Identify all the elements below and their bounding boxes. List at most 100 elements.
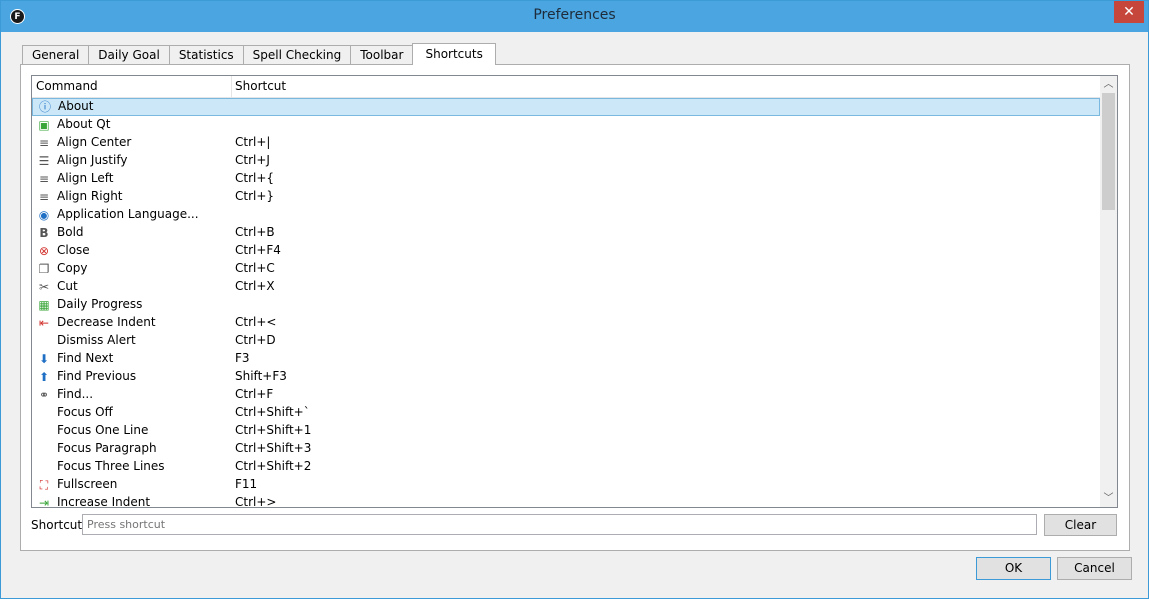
header-separator[interactable] (231, 76, 232, 98)
table-header: Command Shortcut (32, 76, 1100, 98)
language-icon: ◉ (38, 208, 50, 222)
shortcut-cell: Ctrl+{ (235, 171, 275, 185)
table-rows: ⓘ About ▣ About Qt ≡ Align Center Ctrl+| ☰ Align… (32, 98, 1100, 508)
table-row[interactable]: Focus Off Ctrl+Shift+` (32, 404, 1100, 422)
bold-icon: B (39, 226, 49, 240)
table-row[interactable]: ⇥ Increase Indent Ctrl+> (32, 494, 1100, 508)
cut-icon: ✂ (38, 280, 50, 294)
command-cell: Application Language... (57, 207, 199, 221)
table-row[interactable]: ▣ About Qt (32, 116, 1100, 134)
table-row[interactable]: ≡ Align Center Ctrl+| (32, 134, 1100, 152)
align-justify-icon: ☰ (38, 154, 50, 168)
empty-icon-slot (36, 423, 52, 439)
empty-icon-slot (36, 333, 52, 349)
shortcut-cell: Ctrl+X (235, 279, 275, 293)
shortcuts-table: Command Shortcut ⓘ About ▣ About Qt ≡ Align C… (31, 75, 1118, 508)
dialog-body: General Daily Goal Statistics Spell Chec… (9, 32, 1142, 592)
table-row[interactable]: ▦ Daily Progress (32, 296, 1100, 314)
align-right-icon: ≡ (38, 190, 50, 204)
header-shortcut[interactable]: Shortcut (235, 79, 286, 93)
shortcut-cell: Ctrl+| (235, 135, 271, 149)
vertical-scrollbar[interactable]: ︿ ﹀ (1100, 76, 1117, 507)
command-cell: Find Previous (57, 369, 137, 383)
decrease-indent-icon: ⇤ (38, 316, 50, 330)
command-cell: Bold (57, 225, 84, 239)
shortcuts-panel: Command Shortcut ⓘ About ▣ About Qt ≡ Align C… (20, 64, 1130, 551)
command-cell: Copy (57, 261, 88, 275)
empty-icon-slot (36, 459, 52, 475)
table-row[interactable]: ⚭ Find... Ctrl+F (32, 386, 1100, 404)
scroll-up-icon[interactable]: ︿ (1100, 76, 1117, 93)
shortcut-cell: Ctrl+F (235, 387, 274, 401)
shortcut-cell: Ctrl+Shift+3 (235, 441, 312, 455)
command-cell: Focus One Line (57, 423, 149, 437)
shortcut-cell: Ctrl+B (235, 225, 275, 239)
table-row[interactable]: B Bold Ctrl+B (32, 224, 1100, 242)
close-window-button[interactable]: ✕ (1114, 1, 1144, 23)
command-cell: Cut (57, 279, 78, 293)
shortcut-cell: Shift+F3 (235, 369, 287, 383)
tab-shortcuts[interactable]: Shortcuts (412, 43, 496, 65)
info-icon: ⓘ (38, 100, 51, 114)
command-cell: Focus Off (57, 405, 113, 419)
fullscreen-icon: ⛶ (39, 478, 49, 492)
cancel-button[interactable]: Cancel (1057, 557, 1132, 580)
table-row[interactable]: ≡ Align Right Ctrl+} (32, 188, 1100, 206)
table-row[interactable]: Dismiss Alert Ctrl+D (32, 332, 1100, 350)
table-row[interactable]: ☰ Align Justify Ctrl+J (32, 152, 1100, 170)
tab-toolbar[interactable]: Toolbar (350, 45, 414, 65)
tab-statistics[interactable]: Statistics (168, 45, 244, 65)
table-row[interactable]: ◉ Application Language... (32, 206, 1100, 224)
table-row[interactable]: ⛶ Fullscreen F11 (32, 476, 1100, 494)
command-cell: Find Next (57, 351, 114, 365)
command-cell: Align Justify (57, 153, 128, 167)
command-cell: Close (57, 243, 90, 257)
ok-button[interactable]: OK (976, 557, 1051, 580)
table-row[interactable]: ❐ Copy Ctrl+C (32, 260, 1100, 278)
command-cell: Find... (57, 387, 94, 401)
preferences-window: F Preferences ✕ General Daily Goal Stati… (0, 0, 1149, 599)
table-row[interactable]: ⬇ Find Next F3 (32, 350, 1100, 368)
shortcut-cell: Ctrl+F4 (235, 243, 281, 257)
shortcut-cell: F3 (235, 351, 250, 365)
shortcut-cell: F11 (235, 477, 258, 491)
shortcut-cell: Ctrl+> (235, 495, 277, 508)
command-cell: Align Center (57, 135, 132, 149)
shortcut-cell: Ctrl+< (235, 315, 277, 329)
shortcut-input[interactable] (82, 514, 1037, 535)
header-command[interactable]: Command (36, 79, 98, 93)
calendar-icon: ▦ (38, 298, 50, 312)
table-row[interactable]: ≡ Align Left Ctrl+{ (32, 170, 1100, 188)
command-cell: Daily Progress (57, 297, 143, 311)
table-row[interactable]: ⬆ Find Previous Shift+F3 (32, 368, 1100, 386)
shortcut-cell: Ctrl+J (235, 153, 270, 167)
shortcut-cell: Ctrl+Shift+` (235, 405, 310, 419)
title-bar: F Preferences ✕ (1, 1, 1148, 32)
table-row[interactable]: Focus Three Lines Ctrl+Shift+2 (32, 458, 1100, 476)
tab-bar: General Daily Goal Statistics Spell Chec… (22, 43, 496, 65)
table-row[interactable]: Focus One Line Ctrl+Shift+1 (32, 422, 1100, 440)
command-cell: Dismiss Alert (57, 333, 136, 347)
align-center-icon: ≡ (38, 136, 50, 150)
empty-icon-slot (36, 405, 52, 421)
arrow-up-icon: ⬆ (38, 370, 50, 384)
window-title: Preferences (533, 7, 616, 23)
tab-daily-goal[interactable]: Daily Goal (88, 45, 170, 65)
scroll-down-icon[interactable]: ﹀ (1100, 490, 1117, 507)
command-cell: Align Left (57, 171, 114, 185)
clear-button[interactable]: Clear (1044, 514, 1117, 536)
shortcut-label: Shortcut: (31, 518, 87, 532)
command-cell: About Qt (57, 117, 111, 131)
table-row[interactable]: ⇤ Decrease Indent Ctrl+< (32, 314, 1100, 332)
tab-general[interactable]: General (22, 45, 90, 65)
command-cell: Align Right (57, 189, 123, 203)
qt-icon: ▣ (38, 118, 50, 132)
table-row[interactable]: ✂ Cut Ctrl+X (32, 278, 1100, 296)
table-row[interactable]: ⊗ Close Ctrl+F4 (32, 242, 1100, 260)
table-row[interactable]: Focus Paragraph Ctrl+Shift+3 (32, 440, 1100, 458)
tab-spell-checking[interactable]: Spell Checking (242, 45, 352, 65)
command-cell: Decrease Indent (57, 315, 156, 329)
arrow-down-icon: ⬇ (38, 352, 50, 366)
table-row[interactable]: ⓘ About (32, 98, 1100, 116)
scroll-thumb[interactable] (1102, 93, 1115, 210)
